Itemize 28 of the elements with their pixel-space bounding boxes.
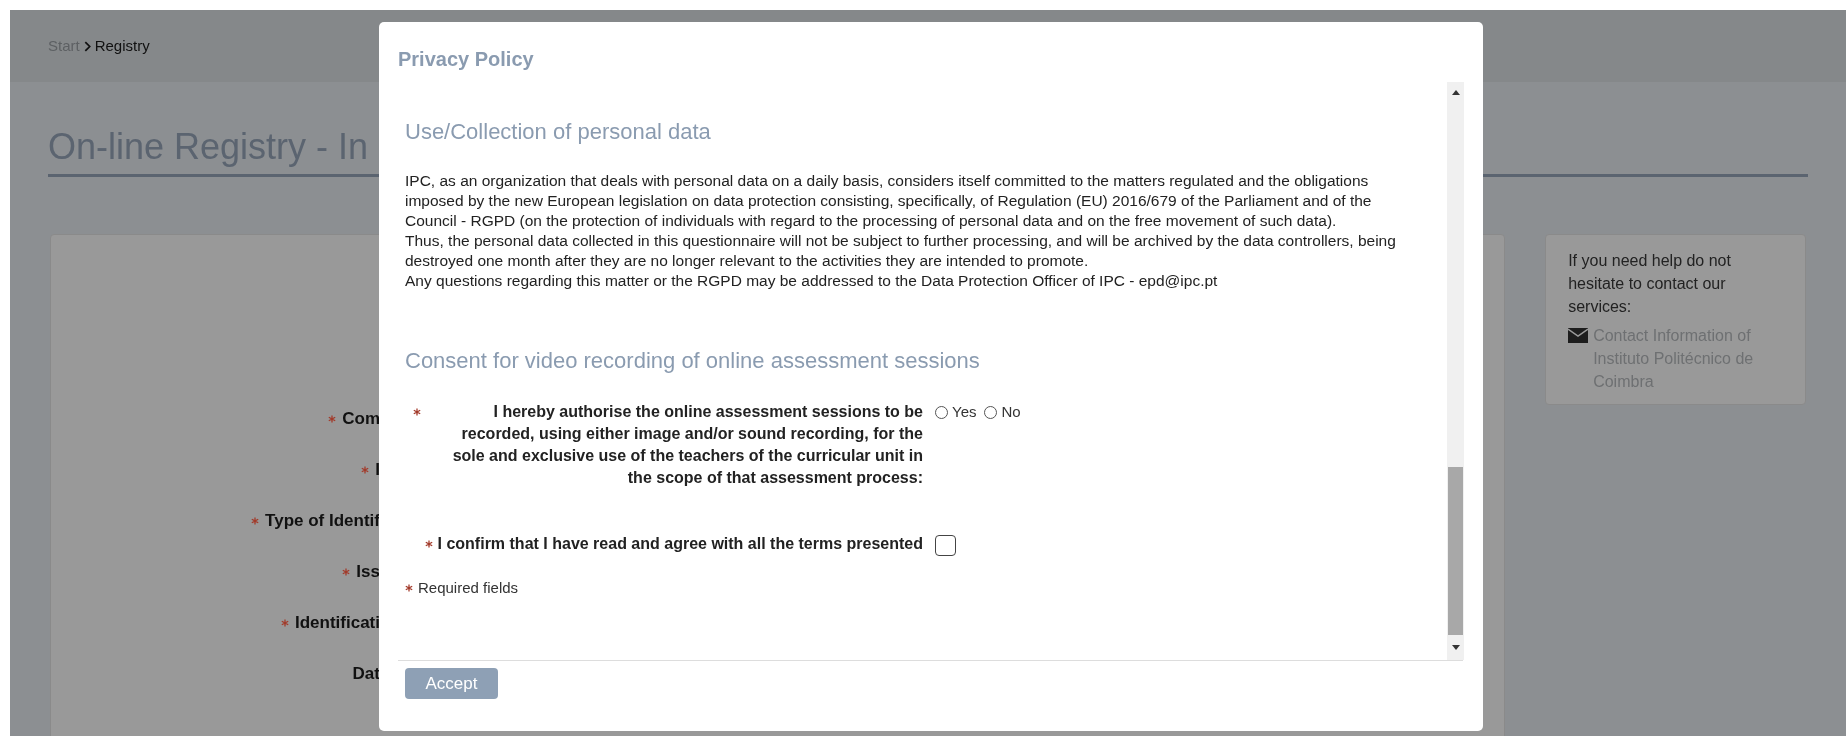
field-label: Com [342, 408, 380, 430]
agree-checkbox[interactable] [935, 535, 956, 556]
section-heading: Use/Collection of personal data [405, 118, 712, 146]
required-mark-icon [405, 584, 413, 592]
radio-option[interactable]: No [984, 401, 1021, 423]
radio-option[interactable]: Yes [935, 401, 977, 423]
field-label: I [375, 459, 380, 481]
breadcrumb-item: Registry [94, 35, 150, 56]
section-heading: Consent for video recording of online assessment sessions [405, 347, 981, 375]
scroll-down-icon[interactable] [1451, 645, 1460, 650]
field-label: Type of Identif [265, 510, 380, 532]
field-label: Identificati [295, 612, 380, 634]
chevron-right-icon [83, 40, 91, 52]
required-fields-note: Required fields [418, 578, 519, 598]
question-label: I confirm that I have read and agree with all the terms presented [437, 534, 923, 554]
help-text: If you need help do not hesitate to contact our services: [1568, 251, 1732, 317]
accept-button[interactable]: Accept [405, 668, 498, 699]
policy-paragraph: IPC, as an organization that deals with personal data on a daily basis, considers itself committed to the matters regulated and the obligations imposed by the new European legislation on data protection consisting, specifically, of Regulation (EU) 2016/679 of the Parliament and of the Council - RGPD (on the protection of individuals with regard to the processing of personal data and on the free movement of such data). [405, 171, 1373, 231]
policy-paragraph: Any questions regarding this matter or the RGPD may be addressed to the Data Protection Officer of IPC - epd@ipc.pt [405, 271, 1219, 291]
scroll-up-icon[interactable] [1451, 90, 1460, 95]
field-label: Dat [352, 663, 380, 685]
scrollbar[interactable] [1447, 82, 1464, 660]
policy-paragraph: Thus, the personal data collected in this questionnaire will not be subject to further processing, and will be archived by the data controllers, being destroyed one month after they are no longer relevant to the activities they are intended to promote. [405, 231, 1397, 271]
scrollbar-thumb[interactable] [1448, 467, 1463, 635]
envelope-icon [1568, 328, 1589, 343]
field-label: Iss [356, 561, 380, 583]
dialog-title: Privacy Policy [398, 47, 535, 72]
question-label: I hereby authorise the online assessment sessions to be recorded, using either image and/or sound recording, for the sole and exclusive use of the teachers of the curricular unit in the scope of that assessment process: [451, 402, 923, 488]
